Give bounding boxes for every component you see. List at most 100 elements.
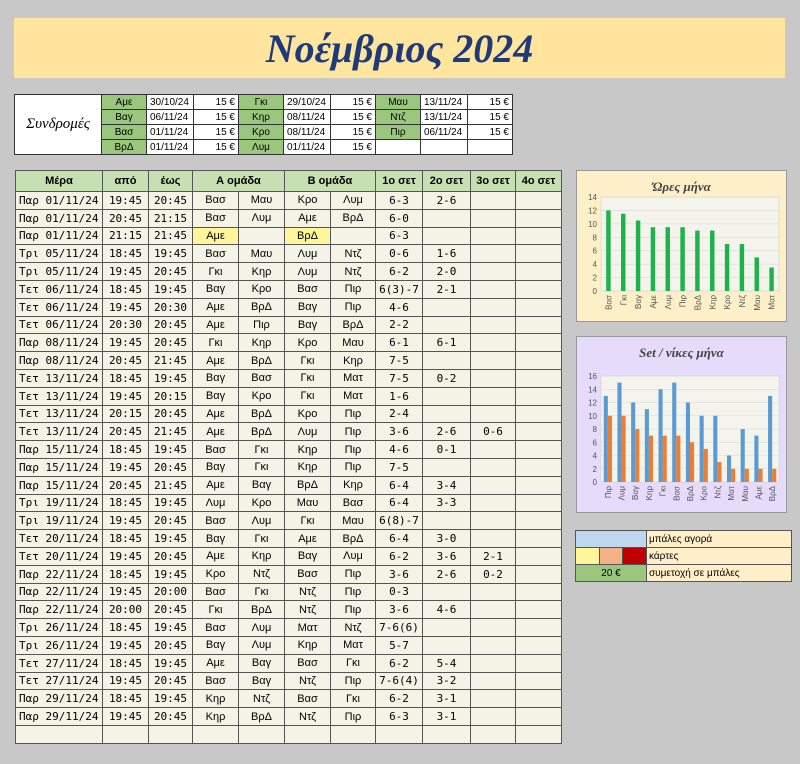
team-a-player-1[interactable]: Βασ <box>192 511 239 531</box>
game-start[interactable] <box>102 724 149 744</box>
team-a-player-1[interactable]: Αμε <box>192 475 239 495</box>
set-4-score[interactable] <box>515 386 562 406</box>
team-b-player-2[interactable]: Ματ <box>330 386 376 406</box>
team-b-player-1[interactable]: Γκι <box>284 351 331 370</box>
team-b-player-2[interactable]: Πιρ <box>330 600 376 620</box>
team-a-player-2[interactable]: Λυμ <box>238 635 285 655</box>
team-a-player-2[interactable]: Λυμ <box>238 618 285 637</box>
team-b-player-1[interactable]: Μαυ <box>284 493 331 513</box>
team-b-player-1[interactable]: Βασ <box>284 279 331 299</box>
team-b-player-1[interactable]: Κηρ <box>284 440 331 459</box>
team-a-player-2[interactable]: ΒρΔ <box>238 707 285 726</box>
team-b-player-1[interactable]: Κρο <box>284 191 331 210</box>
team-a-player-2[interactable]: Κηρ <box>238 262 285 281</box>
set-1-score[interactable]: 7-5 <box>375 351 423 370</box>
team-a-player-1[interactable]: Αμε <box>192 653 239 673</box>
team-a-player-1[interactable]: Βασ <box>192 191 239 210</box>
set-1-score[interactable]: 6-2 <box>375 689 423 709</box>
set-3-score[interactable] <box>470 244 516 264</box>
game-day[interactable]: Τετ 13/11/24 <box>15 368 103 388</box>
game-start[interactable]: 20:00 <box>102 600 149 620</box>
set-4-score[interactable] <box>515 244 562 264</box>
set-4-score[interactable] <box>515 707 562 726</box>
set-3-score[interactable] <box>470 226 516 246</box>
game-end[interactable]: 21:45 <box>148 226 193 246</box>
subscription-amount[interactable]: 15 € <box>467 124 513 140</box>
set-2-score[interactable]: 6-1 <box>422 333 471 353</box>
game-end[interactable]: 20:45 <box>148 457 193 477</box>
game-day[interactable]: Παρ 15/11/24 <box>15 440 103 459</box>
set-2-score[interactable] <box>422 582 471 602</box>
set-3-score[interactable] <box>470 368 516 388</box>
game-day[interactable]: Τετ 06/11/24 <box>15 315 103 335</box>
set-4-score[interactable] <box>515 600 562 620</box>
set-4-score[interactable] <box>515 475 562 495</box>
team-b-player-1[interactable]: Ντζ <box>284 582 331 602</box>
game-end[interactable]: 19:45 <box>148 618 193 637</box>
game-start[interactable]: 20:45 <box>102 208 149 228</box>
game-day[interactable]: Τετ 13/11/24 <box>15 422 103 442</box>
subscription-amount[interactable]: 15 € <box>330 94 376 110</box>
game-day[interactable]: Τρι 19/11/24 <box>15 511 103 531</box>
team-a-player-2[interactable]: ΒρΔ <box>238 297 285 317</box>
set-1-score[interactable]: 3-6 <box>375 564 423 584</box>
team-b-player-2[interactable]: Πιρ <box>330 440 376 459</box>
team-b-player-2[interactable]: Κηρ <box>330 475 376 495</box>
game-end[interactable]: 21:45 <box>148 351 193 370</box>
set-4-score[interactable] <box>515 297 562 317</box>
game-start[interactable]: 19:45 <box>102 262 149 281</box>
set-3-score[interactable] <box>470 457 516 477</box>
team-a-player-1[interactable]: Αμε <box>192 546 239 566</box>
set-3-score[interactable] <box>470 529 516 548</box>
game-end[interactable]: 19:45 <box>148 653 193 673</box>
team-a-player-2[interactable]: Γκι <box>238 529 285 548</box>
set-1-score[interactable]: 5-7 <box>375 635 423 655</box>
set-2-score[interactable] <box>422 315 471 335</box>
set-1-score[interactable]: 4-6 <box>375 440 423 459</box>
subscription-amount[interactable]: 15 € <box>330 124 376 140</box>
set-3-score[interactable]: 0-2 <box>470 564 516 584</box>
game-end[interactable]: 20:45 <box>148 600 193 620</box>
subscriber-name[interactable]: Ντζ <box>375 109 421 125</box>
team-a-player-2[interactable]: Βαγ <box>238 671 285 691</box>
team-a-player-2[interactable] <box>238 724 285 744</box>
game-end[interactable]: 20:45 <box>148 635 193 655</box>
team-a-player-2[interactable]: Ντζ <box>238 564 285 584</box>
set-4-score[interactable] <box>515 457 562 477</box>
team-b-player-2[interactable]: Ματ <box>330 368 376 388</box>
team-a-player-2[interactable]: ΒρΔ <box>238 422 285 442</box>
team-b-player-1[interactable]: Γκι <box>284 386 331 406</box>
team-b-player-2[interactable]: ΒρΔ <box>330 529 376 548</box>
game-day[interactable]: Τετ 27/11/24 <box>15 671 103 691</box>
set-4-score[interactable] <box>515 351 562 370</box>
set-1-score[interactable]: 6-3 <box>375 226 423 246</box>
team-b-player-2[interactable]: Πιρ <box>330 297 376 317</box>
set-4-score[interactable] <box>515 404 562 424</box>
game-day[interactable]: Τρι 26/11/24 <box>15 618 103 637</box>
game-day[interactable]: Τρι 19/11/24 <box>15 493 103 513</box>
set-3-score[interactable] <box>470 386 516 406</box>
game-end[interactable]: 20:00 <box>148 582 193 602</box>
game-start[interactable]: 18:45 <box>102 493 149 513</box>
set-4-score[interactable] <box>515 422 562 442</box>
team-a-player-1[interactable]: Αμε <box>192 422 239 442</box>
subscription-date[interactable] <box>420 139 468 155</box>
game-end[interactable]: 20:45 <box>148 191 193 210</box>
game-end[interactable]: 20:45 <box>148 404 193 424</box>
set-2-score[interactable]: 5-4 <box>422 653 471 673</box>
set-3-score[interactable]: 2-1 <box>470 546 516 566</box>
team-a-player-1[interactable]: Βαγ <box>192 279 239 299</box>
game-start[interactable]: 19:45 <box>102 386 149 406</box>
set-3-score[interactable] <box>470 618 516 637</box>
game-day[interactable]: Παρ 08/11/24 <box>15 333 103 353</box>
team-b-player-1[interactable]: Βαγ <box>284 315 331 335</box>
subscriber-name[interactable]: Μαυ <box>375 94 421 110</box>
set-1-score[interactable]: 7-5 <box>375 457 423 477</box>
team-a-player-1[interactable]: Αμε <box>192 404 239 424</box>
team-a-player-1[interactable]: Βαγ <box>192 635 239 655</box>
game-day[interactable] <box>15 724 103 744</box>
game-start[interactable]: 19:45 <box>102 707 149 726</box>
team-b-player-1[interactable]: Γκι <box>284 511 331 531</box>
game-start[interactable]: 20:45 <box>102 422 149 442</box>
subscriber-name[interactable]: Αμε <box>101 94 147 110</box>
